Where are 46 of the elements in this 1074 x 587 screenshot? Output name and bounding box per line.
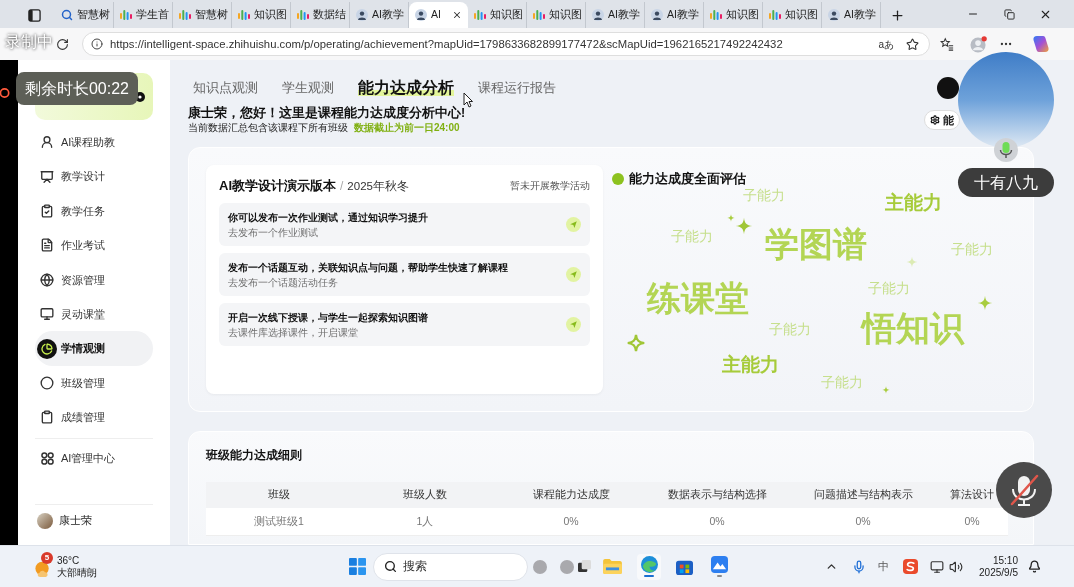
user-name: 康士荣 bbox=[59, 512, 92, 528]
table-cell-text: 0% bbox=[709, 513, 725, 529]
column-header: 班级 bbox=[268, 487, 290, 503]
table-cell-text: 测试班级1 bbox=[254, 513, 304, 529]
ability-word: 主能力 bbox=[721, 354, 779, 374]
column-header: 问题描述与结构表示 bbox=[813, 487, 913, 503]
task-subtitle: 去发布一个话题活动任务 bbox=[228, 276, 339, 289]
column-header: 班级人数 bbox=[403, 487, 447, 503]
column-header: 课程能力达成度 bbox=[532, 487, 610, 503]
table-cell-text: 0% bbox=[563, 513, 579, 529]
ability-word: 子能力 bbox=[821, 375, 863, 389]
ability-word: 子能力 bbox=[743, 188, 785, 202]
column-header: 算法设计 bbox=[950, 487, 994, 503]
greeting-title: 康士荣，您好！这里是课程能力达成度分析中心! bbox=[188, 105, 467, 121]
ability-word: 主能力 bbox=[884, 192, 942, 212]
ability-word: 学图谱 bbox=[765, 227, 867, 261]
url-text: https://intelligent-space.zhihuishu.com/p/operating/achievement?mapUid=1798633682899177472&scMapUid=1962165217492242432 bbox=[110, 36, 783, 52]
table-cell-text: 1人 bbox=[416, 513, 434, 529]
task-subtitle: 去课件库选择课件，开启课堂 bbox=[228, 326, 359, 339]
column-header: 数据表示与结构选择 bbox=[667, 487, 767, 503]
participant-name-label: 十有八九 bbox=[958, 168, 1054, 197]
data-cutoff-note: 数据截止为前一日24:00 bbox=[354, 121, 460, 135]
title-separator: / bbox=[340, 177, 344, 195]
data-scope-note: 当前数据汇总包含该课程下所有班级 bbox=[188, 121, 348, 135]
assessment-title: 能力达成度全面评估 bbox=[629, 170, 746, 188]
notification-badge: 5 bbox=[41, 551, 53, 564]
task-title: 开启一次线下授课，与学生一起探索知识图谱 bbox=[228, 310, 428, 324]
recording-status: 录制中 bbox=[5, 32, 53, 52]
ability-word: 练课堂 bbox=[647, 281, 749, 315]
activity-status: 暂未开展教学活动 bbox=[510, 179, 590, 193]
task-title: 发布一个话题互动，关联知识点与问题，帮助学生快速了解课程 bbox=[228, 260, 508, 274]
task-subtitle: 去发布一个作业测试 bbox=[228, 226, 319, 239]
ability-word: 悟知识 bbox=[862, 311, 964, 345]
course-term: 2025年秋冬 bbox=[347, 178, 409, 194]
recording-timer-toast: 剩余时长00:22 bbox=[16, 72, 138, 105]
task-title: 你可以发布一次作业测试，通过知识学习提升 bbox=[228, 210, 428, 224]
ability-word: 子能力 bbox=[769, 322, 811, 336]
ability-word: 子能力 bbox=[671, 229, 713, 243]
table-cell-text: 0% bbox=[855, 513, 871, 529]
ability-word: 子能力 bbox=[951, 242, 993, 256]
course-title: AI教学设计演示版本 bbox=[219, 176, 336, 195]
class-detail-title: 班级能力达成细则 bbox=[206, 448, 303, 462]
table-cell-text: 0% bbox=[964, 513, 980, 529]
weather-text: 大部晴朗 bbox=[57, 566, 98, 579]
ability-word: 子能力 bbox=[868, 281, 910, 295]
temperature-text: 36°C bbox=[57, 554, 81, 567]
